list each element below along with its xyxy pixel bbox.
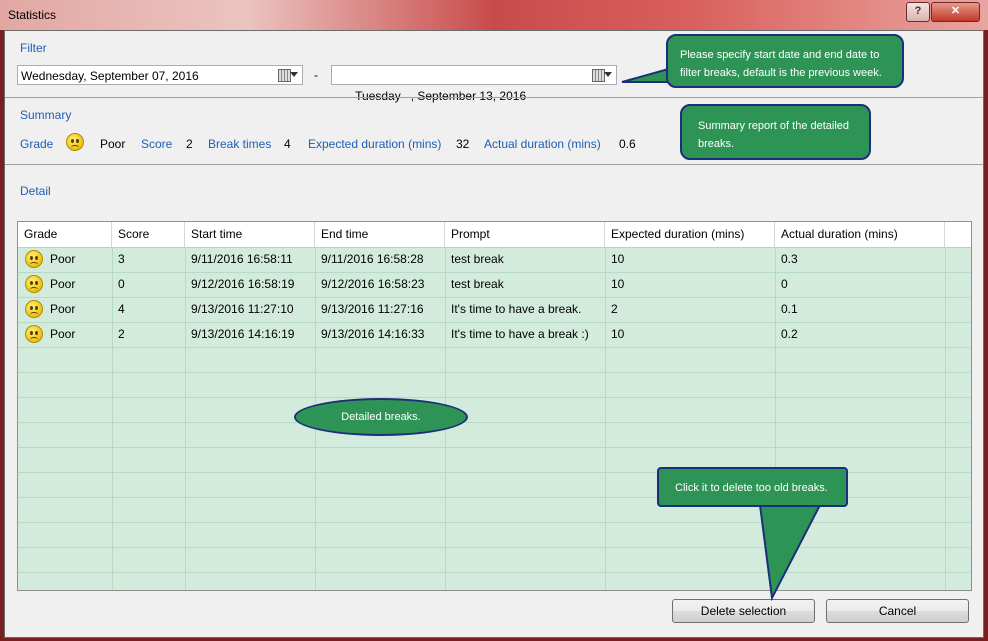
cell-prompt: test break (451, 277, 504, 291)
window-title: Statistics (8, 8, 57, 22)
summary-score-label: Score (141, 137, 173, 151)
divider (5, 164, 983, 165)
grid-line (18, 522, 971, 523)
filter-callout: Please specify start date and end date t… (666, 34, 904, 88)
sad-face-icon (25, 275, 43, 293)
calendar-icon[interactable] (278, 69, 298, 82)
summary-actual-value: 0.6 (619, 137, 636, 151)
divider (5, 97, 983, 98)
table-row[interactable]: Poor 2 9/13/2016 14:16:19 9/13/2016 14:1… (18, 322, 971, 347)
summary-label: Summary (20, 108, 72, 122)
column-header-grade[interactable]: Grade (18, 222, 112, 247)
date-separator: - (314, 68, 318, 82)
summary-actual-label: Actual duration (mins) (484, 137, 601, 151)
cell-end-time: 9/11/2016 16:58:28 (321, 252, 424, 266)
grid-line (18, 422, 971, 423)
cell-expected: 10 (611, 327, 625, 341)
filter-label: Filter (20, 41, 47, 55)
grid-line (18, 347, 971, 348)
column-header-end-time[interactable]: End time (315, 222, 445, 247)
cell-score: 3 (118, 252, 125, 266)
cell-start-time: 9/13/2016 14:16:19 (191, 327, 295, 341)
cell-start-time: 9/13/2016 11:27:10 (191, 302, 294, 316)
summary-score-value: 2 (186, 137, 193, 151)
start-date-value: Wednesday, September 07, 2016 (21, 69, 199, 83)
grid-line (18, 572, 971, 573)
column-header-start-time[interactable]: Start time (185, 222, 315, 247)
sad-face-icon (25, 250, 43, 268)
detail-callout: Detailed breaks. (294, 398, 468, 436)
column-header-expected[interactable]: Expected duration (mins) (605, 222, 775, 247)
end-date-picker[interactable]: Tuesday , September 13, 2016 (331, 65, 617, 103)
sad-face-icon (25, 300, 43, 318)
cell-grade: Poor (50, 277, 76, 291)
cancel-button[interactable]: Cancel (826, 599, 969, 623)
detail-label: Detail (20, 184, 51, 198)
calendar-icon[interactable] (592, 69, 612, 82)
sad-face-icon (66, 133, 84, 151)
cell-score: 0 (118, 277, 125, 291)
column-header-actual[interactable]: Actual duration (mins) (775, 222, 945, 247)
cell-expected: 10 (611, 277, 625, 291)
cell-actual: 0.3 (781, 252, 798, 266)
cell-prompt: It's time to have a break. (451, 302, 582, 316)
cell-grade: Poor (50, 302, 76, 316)
column-header-prompt[interactable]: Prompt (445, 222, 605, 247)
cell-end-time: 9/13/2016 14:16:33 (321, 327, 425, 341)
sad-face-icon (25, 325, 43, 343)
cell-actual: 0 (781, 277, 788, 291)
cell-start-time: 9/11/2016 16:58:11 (191, 252, 293, 266)
column-header-score[interactable]: Score (112, 222, 185, 247)
title-bar: Statistics ? ✕ (0, 0, 988, 30)
delete-selection-button[interactable]: Delete selection (672, 599, 815, 623)
cell-grade: Poor (50, 252, 76, 266)
cell-end-time: 9/13/2016 11:27:16 (321, 302, 424, 316)
table-row[interactable]: Poor 4 9/13/2016 11:27:10 9/13/2016 11:2… (18, 297, 971, 322)
close-button[interactable]: ✕ (931, 2, 980, 22)
summary-break-times-value: 4 (284, 137, 291, 151)
cell-grade: Poor (50, 327, 76, 341)
summary-grade-label: Grade (20, 137, 54, 151)
grid-line (18, 372, 971, 373)
cell-actual: 0.1 (781, 302, 798, 316)
help-button[interactable]: ? (906, 2, 930, 22)
end-date-value: Tuesday , September 13, 2016 (355, 89, 527, 103)
grid-header: Grade Score Start time End time Prompt E… (18, 222, 971, 248)
summary-break-times-label: Break times (208, 137, 272, 151)
summary-grade-value: Poor (100, 137, 126, 151)
cell-score: 2 (118, 327, 125, 341)
cell-expected: 10 (611, 252, 625, 266)
detail-grid[interactable]: Grade Score Start time End time Prompt E… (17, 221, 972, 591)
cell-score: 4 (118, 302, 125, 316)
summary-expected-label: Expected duration (mins) (308, 137, 442, 151)
table-row[interactable]: Poor 3 9/11/2016 16:58:11 9/11/2016 16:5… (18, 247, 971, 272)
cell-prompt: test break (451, 252, 504, 266)
cell-end-time: 9/12/2016 16:58:23 (321, 277, 425, 291)
cell-prompt: It's time to have a break :) (451, 327, 589, 341)
grid-line (18, 447, 971, 448)
filter-callout-text: Please specify start date and end date t… (680, 49, 882, 79)
detail-callout-text: Detailed breaks. (341, 411, 421, 423)
cell-expected: 2 (611, 302, 618, 316)
delete-callout-text: Click it to delete too old breaks. (675, 482, 828, 494)
summary-callout: Summary report of the detailed breaks. (680, 104, 871, 160)
summary-callout-text: Summary report of the detailed breaks. (698, 120, 850, 150)
cell-start-time: 9/12/2016 16:58:19 (191, 277, 295, 291)
grid-line (18, 547, 971, 548)
cell-actual: 0.2 (781, 327, 798, 341)
grid-line (18, 397, 971, 398)
delete-callout: Click it to delete too old breaks. (657, 467, 848, 507)
summary-expected-value: 32 (456, 137, 470, 151)
start-date-picker[interactable]: Wednesday, September 07, 2016 (17, 65, 303, 85)
table-row[interactable]: Poor 0 9/12/2016 16:58:19 9/12/2016 16:5… (18, 272, 971, 297)
